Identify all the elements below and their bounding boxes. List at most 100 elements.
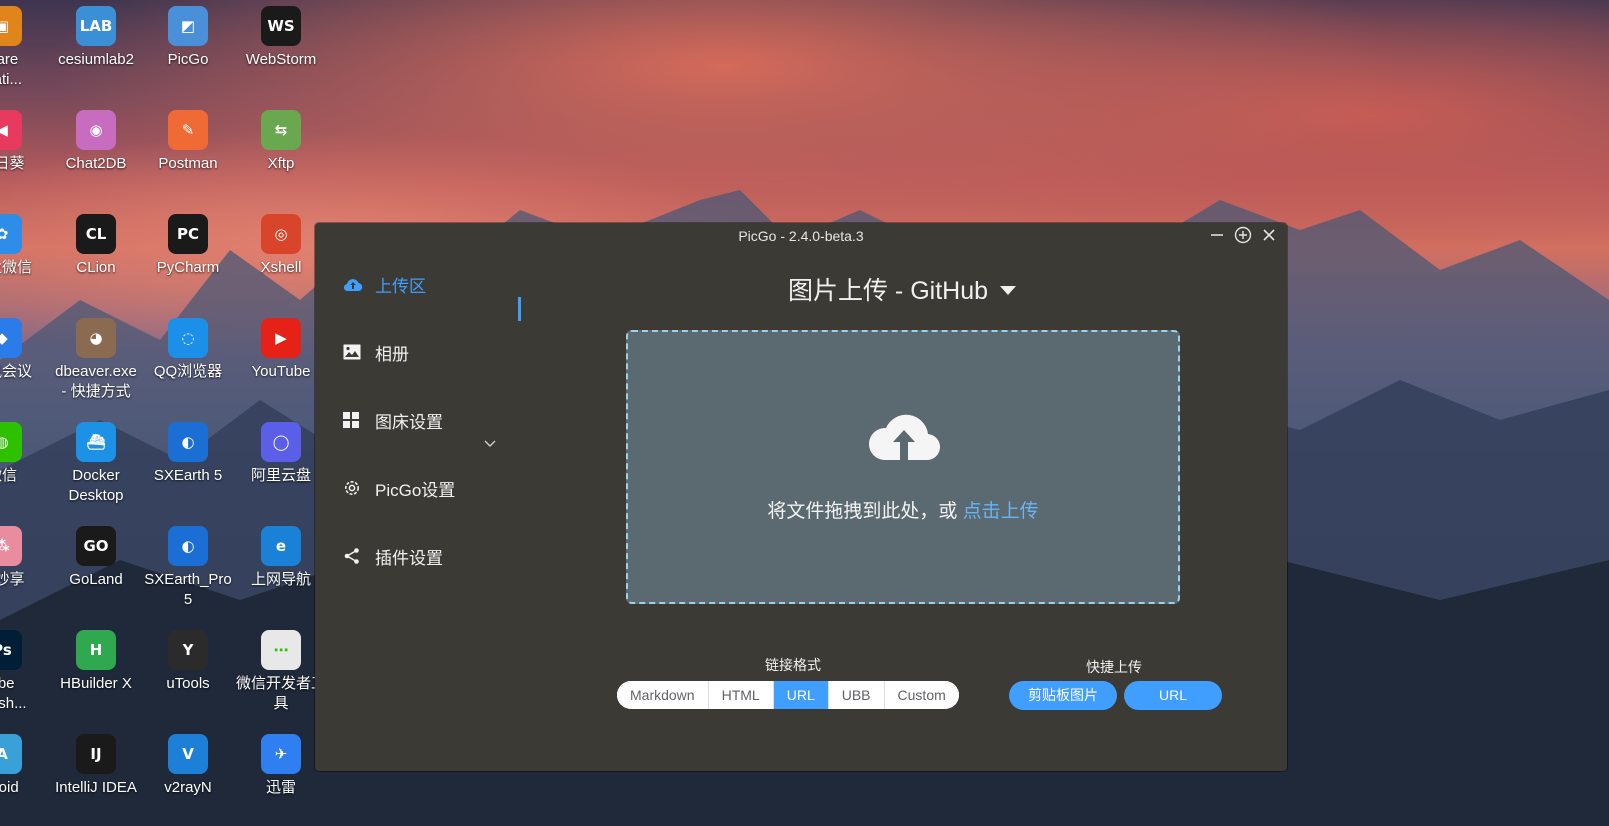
desktop-icon-youtube[interactable]: ▶ YouTube [235,312,327,382]
desktop-icon-intellij-idea[interactable]: IJ IntelliJ IDEA [50,728,142,798]
link-format-label: 链接格式 [765,657,821,673]
desktop-icon-label: PyCharm [156,259,220,276]
click-upload-link[interactable]: 点击上传 [963,501,1039,522]
desktop-icon-picgo[interactable]: ◩ PicGo [142,0,234,70]
desktop-icon-label: SXEarth 5 [153,467,223,484]
desktop-icon-web-nav[interactable]: e 上网导航 [235,520,327,590]
desktop-icon-tencent-meeting[interactable]: ◆ 腾讯会议 [0,312,48,382]
chat2db-icon: ◉ [76,110,116,150]
close-icon[interactable] [1259,225,1279,245]
picture-icon [343,342,363,362]
page-title: 图片上传 - GitHub [787,277,989,305]
chevron-down-icon[interactable] [483,437,497,451]
link-format-group: Markdown HTML URL UBB Custom [617,681,959,709]
desktop-icon-label: YouTube [251,363,311,380]
desktop-icon-label: 米妙享 [0,571,25,588]
desktop-icon-dbeaver[interactable]: ◕ dbeaver.exe - 快捷方式 [50,312,142,402]
url-upload-button[interactable]: URL [1124,681,1222,710]
desktop-icon-sunlogin[interactable]: ◀ 向日葵 [0,104,48,174]
clipboard-upload-button[interactable]: 剪贴板图片 [1009,681,1117,710]
sidebar-item-gallery[interactable]: 相册 [343,334,409,370]
link-format-markdown[interactable]: Markdown [617,681,709,709]
sidebar-item-pic-bed-settings[interactable]: 图床设置 [343,402,443,438]
upload-dropzone[interactable]: 将文件拖拽到此处，或 点击上传 [626,330,1180,604]
desktop-icon-pycharm[interactable]: PC PyCharm [142,208,234,278]
sidebar-item-label: 上传区 [375,276,426,296]
aliyun-drive-icon: ◯ [261,422,301,462]
desktop-icon-wechat[interactable]: ◍ 微信 [0,416,48,486]
maximize-icon[interactable] [1233,225,1253,245]
desktop-icon-postman[interactable]: ✎ Postman [142,104,234,174]
desktop-icon-qq-browser[interactable]: ◌ QQ浏览器 [142,312,234,382]
drop-hint-text: 将文件拖拽到此处，或 [767,501,963,522]
desktop-icon-label: HBuilder X [60,675,132,692]
desktop-icon-utools[interactable]: YuTools [142,624,234,694]
link-format-ubb[interactable]: UBB [828,681,885,709]
desktop-icon-label: QQ浏览器 [153,363,223,380]
sidebar-item-plugin-settings[interactable]: 插件设置 [343,538,443,574]
desktop-icon-xunlei[interactable]: ✈ 迅雷 [235,728,327,798]
desktop-icon-clion[interactable]: CL CLion [50,208,142,278]
desktop-icon-label: v2rayN [164,779,212,796]
goland-icon: GO [76,526,116,566]
utools-icon: Y [168,630,208,670]
minimize-icon[interactable] [1207,225,1227,245]
desktop-icon-sxearth-pro-5[interactable]: ◐ SXEarth_Pro 5 [142,520,234,610]
sxearth-pro-5-icon: ◐ [168,526,208,566]
web-nav-icon: e [261,526,301,566]
desktop-icon-cesiumlab2[interactable]: LAB cesiumlab2 [50,0,142,70]
desktop-icon-hbuilder-x[interactable]: H HBuilder X [50,624,142,694]
desktop-icon-webstorm[interactable]: WS WebStorm [235,0,327,70]
desktop-icon-label: GoLand [69,571,123,588]
desktop-icon-xftp[interactable]: ⇆ Xftp [235,104,327,174]
intellij-idea-icon: IJ [76,734,116,774]
xftp-icon: ⇆ [261,110,301,150]
desktop-icon-label: obe otosh... [0,675,27,712]
sidebar-item-upload[interactable]: 上传区 [343,266,426,302]
quick-upload-label: 快捷上传 [1086,659,1142,675]
share-icon [343,546,363,566]
desktop-icon-xshell[interactable]: ◎ Xshell [235,208,327,278]
mi-share-icon: ⁂ [0,526,22,566]
desktop-icon-label: Chat2DB [65,155,127,172]
desktop-icon-mi-share[interactable]: ⁂ 米妙享 [0,520,48,590]
desktop-icon-wecom[interactable]: ✿ 企业微信 [0,208,48,278]
link-format-url[interactable]: URL [773,681,829,709]
desktop-icon-sxearth-5[interactable]: ◐ SXEarth 5 [142,416,234,486]
sidebar-item-label: PicGo设置 [375,480,456,500]
hbuilder-x-icon: H [76,630,116,670]
desktop-icon-android-studio[interactable]: Adroid [0,728,48,798]
android-studio-icon: A [0,734,22,774]
desktop-icon-wechat-devtools[interactable]: ⋯ 微信开发者工 具 [235,624,327,714]
desktop-icon-vmware-workstation[interactable]: ▣ ware stati... [0,0,48,90]
desktop-icon-docker-desktop[interactable]: ⛴ Docker Desktop [50,416,142,506]
picgo-window: PicGo - 2.4.0-beta.3 上传区 相册 图床设置 PicGo设置… [315,223,1287,771]
window-controls [1207,225,1279,245]
youtube-icon: ▶ [261,318,301,358]
wecom-icon: ✿ [0,214,22,254]
link-format-html[interactable]: HTML [708,681,774,709]
uploader-picker[interactable]: 图片上传 - GitHub [626,271,1178,307]
desktop-icon-v2rayn[interactable]: Vv2rayN [142,728,234,798]
photoshop-icon: Ps [0,630,22,670]
desktop-icon-goland[interactable]: GO GoLand [50,520,142,590]
desktop-icon-photoshop[interactable]: Ps obe otosh... [0,624,48,714]
xshell-icon: ◎ [261,214,301,254]
v2rayn-icon: V [168,734,208,774]
grid-icon [343,410,363,430]
desktop-icon-label: Postman [158,155,218,172]
desktop-icon-label: dbeaver.exe - 快捷方式 [55,363,137,400]
desktop-icon-label: 迅雷 [265,779,296,796]
desktop-icon-label: ware stati... [0,51,22,88]
desktop-icon-chat2db[interactable]: ◉ Chat2DB [50,104,142,174]
desktop-icon-label: Xftp [267,155,295,172]
link-format-custom[interactable]: Custom [884,681,959,709]
desktop-icon-aliyun-drive[interactable]: ◯ 阿里云盘 [235,416,327,486]
wechat-icon: ◍ [0,422,22,462]
desktop-icon-label: 上网导航 [250,571,311,588]
cloud-upload-icon [343,274,363,294]
sidebar-item-picgo-settings[interactable]: PicGo设置 [343,470,455,506]
window-titlebar[interactable]: PicGo - 2.4.0-beta.3 [315,223,1287,249]
gear-icon [343,478,363,498]
window-title: PicGo - 2.4.0-beta.3 [738,228,864,244]
